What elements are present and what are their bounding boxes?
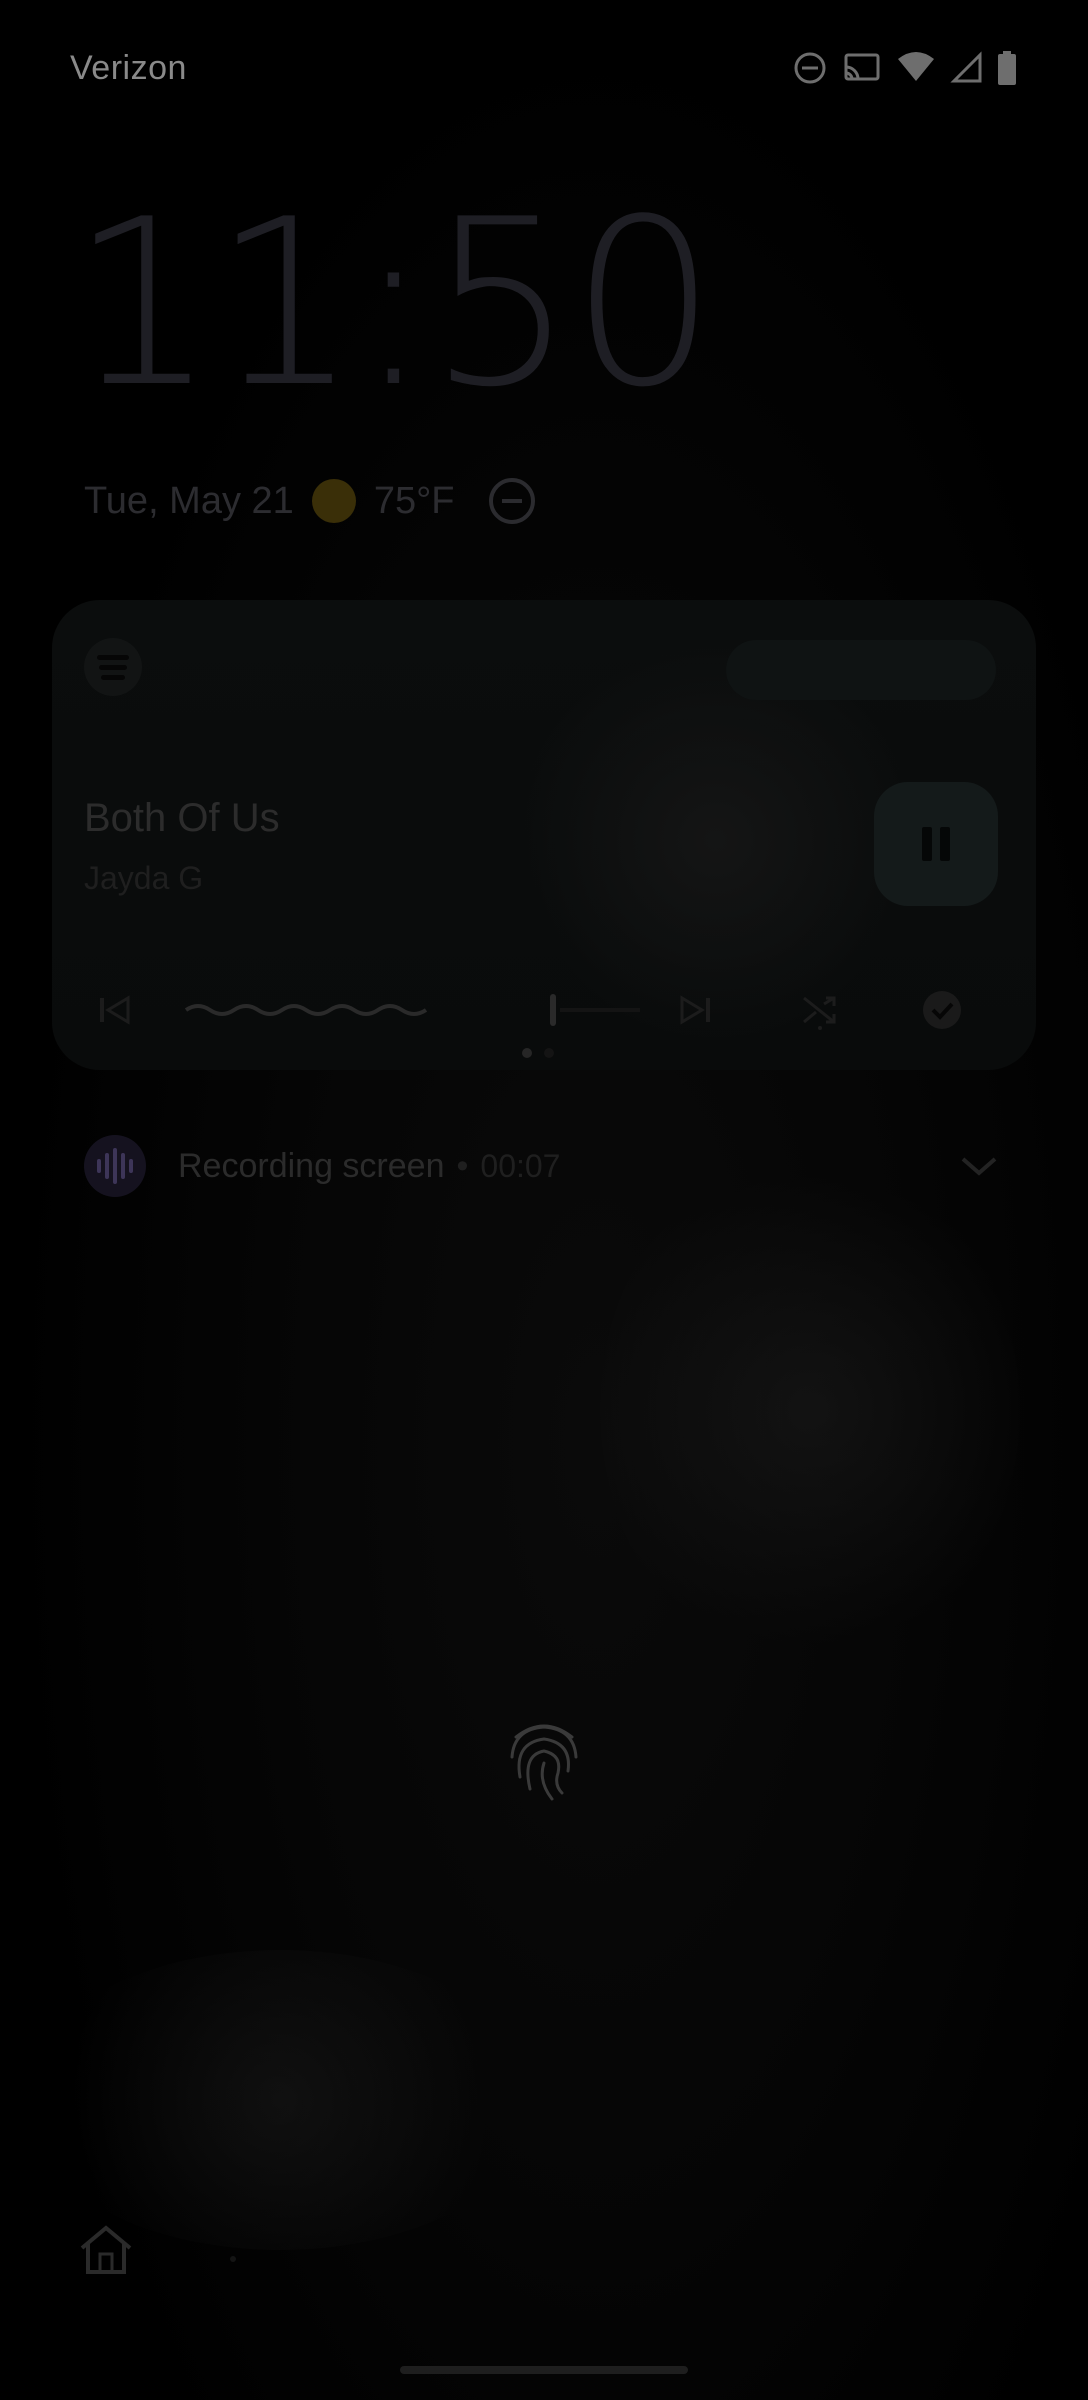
chevron-down-icon	[961, 1157, 997, 1176]
date-label: Tue, May 21	[84, 479, 294, 522]
do-not-disturb-icon	[794, 52, 826, 84]
recording-notification[interactable]: Recording screen • 00:07	[84, 1132, 1004, 1200]
status-icons	[792, 50, 1018, 86]
expand-notification-button[interactable]	[954, 1141, 1004, 1191]
notification-separator: •	[456, 1146, 469, 1185]
output-device-chip[interactable]	[726, 640, 996, 700]
next-button[interactable]	[666, 980, 726, 1040]
seek-bar[interactable]	[184, 990, 644, 1030]
previous-icon	[100, 995, 130, 1025]
check-icon	[923, 991, 961, 1029]
status-bar: Verizon	[70, 38, 1018, 98]
date-weather-row[interactable]: Tue, May 21 75°F	[84, 478, 535, 524]
home-icon	[80, 2225, 132, 2274]
pause-button[interactable]	[874, 782, 998, 906]
spotify-icon	[84, 638, 142, 696]
save-button[interactable]	[912, 980, 972, 1040]
media-page-indicator	[522, 1048, 554, 1058]
carrier-name: Verizon	[70, 48, 187, 87]
wallpaper-detail	[600, 1150, 1020, 1670]
fingerprint-unlock[interactable]	[504, 1715, 584, 1805]
notification-label: Recording screen	[178, 1146, 445, 1185]
lock-screen: Verizon 11:50 Tue, May 21 75°F Both Of U…	[0, 0, 1088, 2400]
shuffle-button[interactable]	[790, 980, 850, 1040]
seek-wave	[184, 994, 640, 1026]
next-icon	[680, 995, 710, 1025]
song-artist: Jayda G	[84, 860, 204, 896]
home-shortcut-button[interactable]	[76, 2222, 136, 2278]
previous-button[interactable]	[84, 980, 144, 1040]
navigation-handle[interactable]	[400, 2366, 688, 2374]
media-player-card[interactable]: Both Of Us Jayda G	[52, 600, 1036, 1070]
battery-icon	[998, 51, 1016, 85]
pause-icon	[922, 827, 950, 861]
lock-clock: 11:50	[70, 171, 717, 438]
recording-elapsed-time: 00:07	[480, 1147, 561, 1184]
cast-icon	[844, 53, 880, 81]
shuffle-icon	[803, 996, 836, 1030]
screen-record-icon	[84, 1135, 146, 1197]
fingerprint-icon	[510, 1724, 578, 1801]
media-controls	[84, 980, 1004, 1040]
wifi-icon	[898, 52, 934, 81]
shortcut-dot	[230, 2256, 236, 2262]
page-dot-active	[522, 1048, 532, 1058]
wallpaper-detail	[20, 1950, 540, 2250]
page-dot	[544, 1048, 554, 1058]
temperature-label: 75°F	[373, 479, 455, 522]
song-title: Both Of Us	[84, 796, 280, 840]
sun-icon	[311, 479, 356, 523]
do-not-disturb-icon	[488, 478, 535, 524]
cell-signal-icon	[950, 51, 982, 83]
